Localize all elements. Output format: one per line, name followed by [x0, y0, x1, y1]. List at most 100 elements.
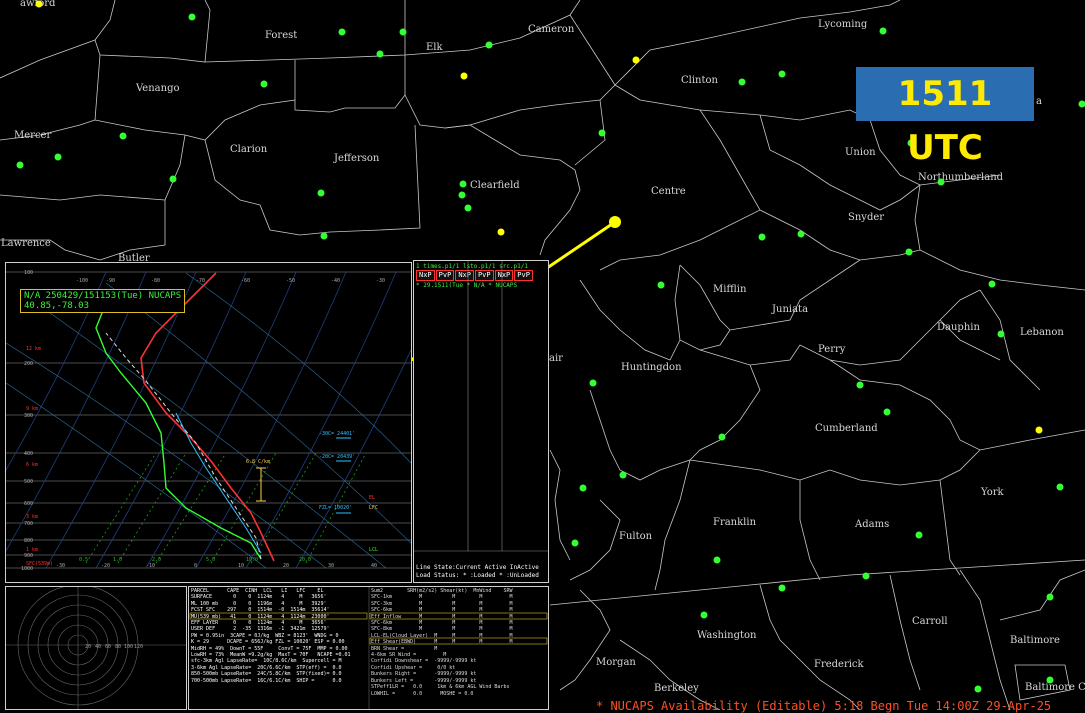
- svg-text:100: 100: [24, 270, 33, 276]
- parcel-trace: [106, 333, 261, 559]
- county-label: Baltimore: [1010, 635, 1060, 646]
- svg-text:FZL= 10020': FZL= 10020': [319, 505, 352, 511]
- county-label: York: [980, 487, 1005, 498]
- county-label: Huntingdon: [621, 362, 682, 373]
- svg-text:1.0: 1.0: [113, 557, 122, 563]
- station-dot: [580, 485, 587, 492]
- svg-text:-20: -20: [101, 563, 110, 569]
- station-dot: [779, 71, 786, 78]
- svg-text:10: 10: [238, 563, 244, 569]
- station-dot: [880, 28, 887, 35]
- hodograph-tick: 60: [105, 644, 111, 650]
- county-label: a: [1036, 96, 1042, 107]
- svg-text:3 km: 3 km: [26, 514, 38, 520]
- station-dot: [1036, 427, 1043, 434]
- county-label: Elk: [426, 42, 443, 53]
- county-label: Morgan: [596, 657, 636, 668]
- station-dot: [377, 51, 384, 58]
- station-dot: [599, 130, 606, 137]
- station-dot: [719, 434, 726, 441]
- temperature-top-labels: -100 -90 -80 -70 -60 -50 -40 -30: [76, 278, 385, 284]
- station-dot: [916, 532, 923, 539]
- station-dot: [17, 162, 24, 169]
- svg-text:300: 300: [24, 413, 33, 419]
- station-dot: [759, 234, 766, 241]
- county-label: Mercer: [14, 130, 51, 141]
- station-dot: [486, 42, 493, 49]
- station-dot: [318, 190, 325, 197]
- svg-text:-100: -100: [76, 278, 88, 284]
- temperature-profile: [141, 273, 274, 561]
- station-dot: [170, 176, 177, 183]
- station-dot: [884, 409, 891, 416]
- county-label: Carroll: [912, 616, 948, 627]
- svg-text:-10: -10: [146, 563, 155, 569]
- station-dot: [906, 249, 913, 256]
- county-label: Berkeley: [654, 683, 699, 694]
- county-label: Fulton: [619, 531, 653, 542]
- county-label: Washington: [697, 630, 757, 641]
- svg-text:400: 400: [24, 451, 33, 457]
- county-label: Lebanon: [1020, 327, 1064, 338]
- station-dot: [975, 686, 982, 693]
- svg-text:LCL: LCL: [369, 547, 378, 553]
- svg-text:-50: -50: [286, 278, 295, 284]
- county-label: Mifflin: [713, 284, 747, 295]
- county-label: Jefferson: [333, 153, 380, 164]
- pressure-labels: 100 200 300 400 500 600 700 800 900 1000: [21, 270, 33, 572]
- svg-text:30: 30: [328, 563, 334, 569]
- svg-text:12 km: 12 km: [26, 346, 41, 352]
- svg-text:-60: -60: [241, 278, 250, 284]
- svg-text:900: 900: [24, 553, 33, 559]
- county-label: Franklin: [713, 517, 757, 528]
- skewt-panel[interactable]: 100 200 300 400 500 600 700 800 900 1000…: [5, 262, 412, 583]
- svg-text:0.5: 0.5: [79, 557, 88, 563]
- svg-text:-80: -80: [151, 278, 160, 284]
- station-dot: [989, 281, 996, 288]
- svg-text:-30: -30: [376, 278, 385, 284]
- svg-text:EL: EL: [369, 495, 375, 501]
- station-dot: [400, 29, 407, 36]
- county-label: Cumberland: [815, 423, 878, 434]
- svg-text:2.0: 2.0: [152, 557, 161, 563]
- hodograph-tick: 120: [134, 644, 143, 650]
- station-dot: [779, 585, 786, 592]
- hodograph-panel[interactable]: 20 40 60 80 100 120: [5, 586, 187, 710]
- county-label: Centre: [651, 186, 686, 197]
- station-dot: [465, 205, 472, 212]
- station-dot: [620, 472, 627, 479]
- svg-text:1 km: 1 km: [26, 547, 38, 553]
- station-dot: [460, 181, 467, 188]
- station-dot: [459, 192, 466, 199]
- county-label: Perry: [818, 344, 846, 355]
- station-dot: [658, 282, 665, 289]
- times-list-panel[interactable]: 1 times.p1/1 lsto.p1/1 src.p1/1 NxP PvP …: [413, 260, 549, 583]
- station-dot: [321, 233, 328, 240]
- station-dot: [189, 14, 196, 21]
- skewt-level-markers: [336, 438, 351, 513]
- hodograph-tick: 40: [95, 644, 101, 650]
- line-state: Line State:Current Active InActive: [416, 564, 539, 572]
- station-dot: [339, 29, 346, 36]
- station-dot: [701, 612, 708, 619]
- sounding-label-line2: 40.85,-78.03: [24, 301, 181, 311]
- county-label: Clarion: [230, 144, 268, 155]
- svg-text:-30: -30: [56, 563, 65, 569]
- county-label: Forest: [265, 30, 297, 41]
- station-dot: [863, 573, 870, 580]
- svg-text:-70: -70: [196, 278, 205, 284]
- svg-text:700: 700: [24, 521, 33, 527]
- svg-text:800: 800: [24, 538, 33, 544]
- station-dot: [120, 133, 127, 140]
- station-dot: [857, 382, 864, 389]
- station-dot: [938, 179, 945, 186]
- parameters-panel: PARCEL CAPE CINH LCL LI LFC EL SURFACE 0…: [188, 586, 549, 710]
- county-label: Venango: [135, 83, 180, 94]
- station-dot: [572, 540, 579, 547]
- station-dot: [461, 73, 468, 80]
- svg-text:-30C= 24401': -30C= 24401': [319, 431, 355, 437]
- utc-time-badge: 1511 UTC: [856, 67, 1034, 121]
- station-dot: [798, 231, 805, 238]
- svg-text:600: 600: [24, 501, 33, 507]
- svg-text:SFC(539m): SFC(539m): [26, 561, 53, 567]
